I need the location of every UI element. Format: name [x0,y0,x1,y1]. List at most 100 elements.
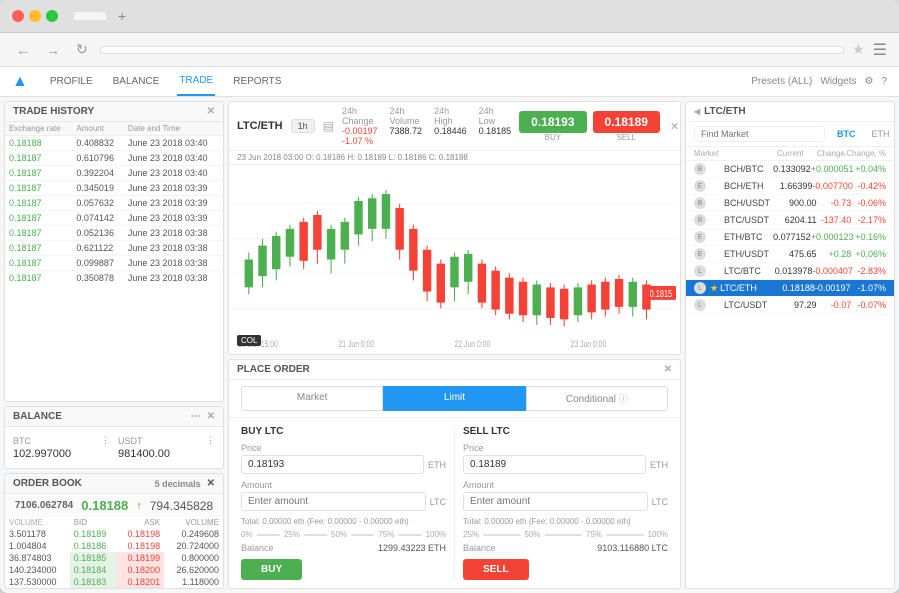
trade-history-row[interactable]: 0.18187 0.392204 June 23 2018 03:40 [5,166,223,181]
help-icon[interactable]: ? [881,76,887,87]
chart-timeframe[interactable]: 1h [291,119,315,133]
market-icon: B [694,163,706,175]
trade-date: June 23 2018 03:39 [124,196,223,211]
market-row[interactable]: B BTC/USDT 6204.11 -137.40 -2.17% [686,212,894,229]
sell-amount-input[interactable] [463,492,648,511]
sell-slider3[interactable] [606,534,644,536]
bookmark-icon[interactable]: ★ [852,41,865,58]
po-tab-limit[interactable]: Limit [383,386,525,411]
ob-row[interactable]: 36.874803 0.18185 0.18199 0.800000 [5,552,223,564]
back-button[interactable]: ← [12,40,34,60]
balance-settings[interactable]: ⋯ [191,411,201,422]
balance-close[interactable]: ✕ [207,411,215,422]
buy-slider4[interactable] [398,534,421,536]
po-tab-conditional[interactable]: Conditional ⓘ [526,386,668,411]
trade-history-title: TRADE HISTORY [13,106,94,117]
nav-reports[interactable]: REPORTS [231,67,283,96]
nav-balance[interactable]: BALANCE [111,67,162,96]
close-button[interactable] [12,10,24,22]
chart-type-icon[interactable]: ▤ [323,119,334,133]
market-change: +0.000123 [811,232,854,242]
buy-slider2[interactable] [304,534,327,536]
change-value: -0.00197 -1.07 % [342,126,378,146]
trade-date: June 23 2018 03:39 [124,181,223,196]
usdt-menu[interactable]: ⋮ [206,435,215,446]
market-row[interactable]: L LTC/USDT 97.29 -0.07 -0.07% [686,297,894,314]
market-search-input[interactable] [694,126,825,142]
svg-text:23 Jun 0:00: 23 Jun 0:00 [571,339,607,349]
chart-area[interactable]: 0.1815 20 Jun 15:00 21 Jun 0:00 22 Jun 0… [229,165,680,354]
minimize-button[interactable] [29,10,41,22]
browser-tab[interactable] [74,12,106,20]
trade-rate: 0.18187 [5,166,72,181]
market-row[interactable]: B BCH/USDT 900.00 -0.73 -0.06% [686,195,894,212]
trade-date: June 23 2018 03:40 [124,151,223,166]
trade-history-row[interactable]: 0.18187 0.345019 June 23 2018 03:39 [5,181,223,196]
po-tab-market[interactable]: Market [241,386,383,411]
new-tab-button[interactable]: + [118,8,126,24]
trade-history-row[interactable]: 0.18188 0.408832 June 23 2018 03:40 [5,136,223,151]
ob-th-vol-ask: VOLUME [164,517,223,528]
trade-history-row[interactable]: 0.18187 0.052136 June 23 2018 03:38 [5,226,223,241]
buy-button-header[interactable]: 0.18193 [519,111,586,133]
trade-history-row[interactable]: 0.18187 0.074142 June 23 2018 03:39 [5,211,223,226]
market-tab-eth[interactable]: ETH [868,128,894,140]
trade-rate: 0.18187 [5,181,72,196]
market-row[interactable]: E BCH/ETH 1.66399 -0.007700 -0.42% [686,178,894,195]
sell-submit-button[interactable]: SELL [463,559,529,580]
settings-icon[interactable]: ⚙ [864,76,873,87]
ob-row[interactable]: 1.004804 0.18186 0.18198 20.724000 [5,540,223,552]
order-book-title: ORDER BOOK [13,478,82,489]
market-tab-btc[interactable]: BTC [833,128,860,140]
po-close[interactable]: ✕ [664,364,672,375]
trade-history-row[interactable]: 0.18187 0.350878 June 23 2018 03:38 [5,271,223,283]
buy-slider3[interactable] [351,534,374,536]
trade-history-row[interactable]: 0.18187 0.057632 June 23 2018 03:39 [5,196,223,211]
market-row[interactable]: E ETH/USDT 475.65 +0.28 +0.06% [686,246,894,263]
nav-profile[interactable]: PROFILE [48,67,95,96]
sell-slider2[interactable] [545,534,583,536]
ob-close[interactable]: ✕ [207,478,215,489]
sell-price-input[interactable] [463,455,646,474]
trade-history-row[interactable]: 0.18187 0.099887 June 23 2018 03:38 [5,256,223,271]
market-row[interactable]: E ETH/BTC 0.077152 +0.000123 +0.16% [686,229,894,246]
ob-row[interactable]: 3.501178 0.18189 0.18198 0.249608 [5,528,223,540]
maximize-button[interactable] [46,10,58,22]
trade-history-scroll[interactable]: Exchange rate Amount Date and Time 0.181… [5,122,223,282]
buy-slider[interactable] [257,534,280,536]
market-name: LTC/BTC [724,266,768,276]
trade-history-row[interactable]: 0.18187 0.621122 June 23 2018 03:38 [5,241,223,256]
buy-amount-input[interactable] [241,492,426,511]
ob-ask-price: 0.18201 [117,576,164,588]
market-row[interactable]: B BCH/BTC 0.133092 +0.000051 +0.04% [686,161,894,178]
forward-button[interactable]: → [42,40,64,60]
buy-price-input[interactable] [241,455,424,474]
ob-row[interactable]: 137.530000 0.18183 0.18201 1.118000 [5,576,223,588]
ob-decimals[interactable]: 5 decimals [155,479,201,489]
trade-history-row[interactable]: 0.18187 0.610796 June 23 2018 03:40 [5,151,223,166]
address-bar[interactable] [100,46,844,54]
buy-submit-button[interactable]: BUY [241,559,302,580]
market-list[interactable]: B BCH/BTC 0.133092 +0.000051 +0.04% E BC… [686,161,894,588]
market-change: -137.40 [817,215,852,225]
ob-row[interactable]: 140.234000 0.18184 0.18200 26.620000 [5,564,223,576]
btc-menu[interactable]: ⋮ [101,435,110,446]
menu-icon[interactable]: ☰ [873,40,887,60]
market-current: 0.013978 [768,266,812,276]
market-row[interactable]: L LTC/BTC 0.013978 -0.000407 -2.83% [686,263,894,280]
po-header: PLACE ORDER ✕ [229,360,680,380]
presets-label[interactable]: Presets (ALL) [751,76,812,87]
widgets-label[interactable]: Widgets [820,76,856,87]
sell-button-header[interactable]: 0.18189 [593,111,660,133]
nav-trade[interactable]: TRADE [177,67,215,96]
ob-bid-price: 0.18183 [70,576,117,588]
ob-mid-price: 0.18188 [81,498,128,513]
trade-history-close[interactable]: ✕ [207,106,215,117]
sell-slider[interactable] [483,534,521,536]
refresh-button[interactable]: ↻ [72,39,92,60]
chart-close[interactable]: ✕ [670,120,679,133]
market-row[interactable]: L ★ LTC/ETH 0.18188 -0.00197 -1.07% [686,280,894,297]
market-icon: E [694,180,706,192]
ob-prices: 7106.062784 0.18188 ↑ 794.345828 [5,494,223,517]
trade-rate: 0.18187 [5,256,72,271]
